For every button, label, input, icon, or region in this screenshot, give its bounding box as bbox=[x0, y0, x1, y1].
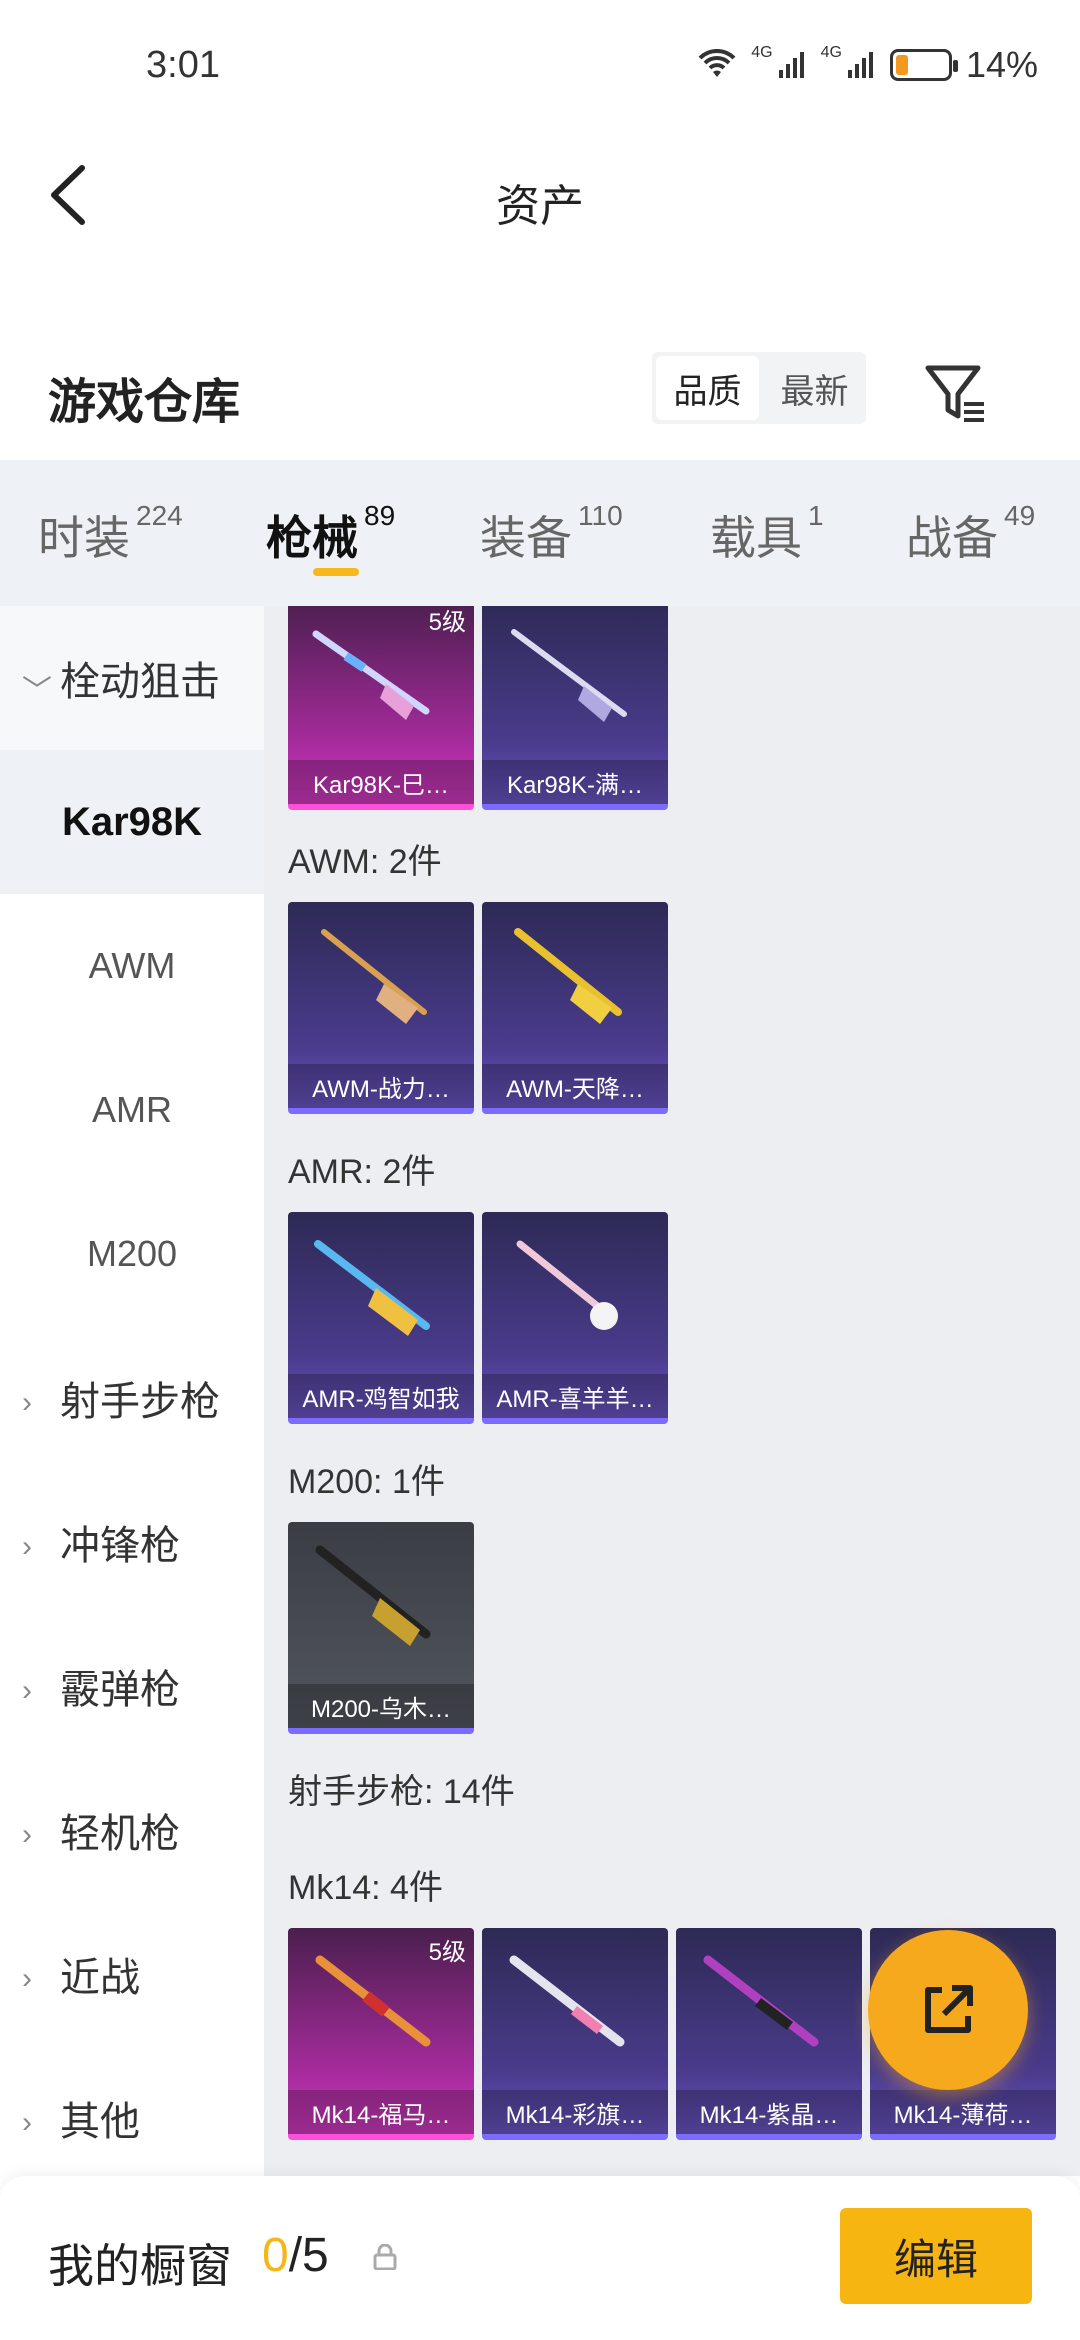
chevron-down-icon: ﹀ bbox=[22, 675, 52, 708]
rifle-icon bbox=[516, 1240, 618, 1330]
rifle-icon bbox=[315, 1545, 431, 1646]
sidebar-label: Kar98K bbox=[61, 799, 203, 844]
item-card-kar98k-1[interactable]: 5级 Kar98K-巳… bbox=[288, 606, 474, 810]
signal-icon-2 bbox=[847, 52, 873, 78]
sidebar: ﹀ 栓动狙击 Kar98K AWM AMR M200 › 射手步枪 › 冲锋枪 › 霰… bbox=[0, 606, 264, 2176]
chevron-right-icon: › bbox=[22, 1962, 32, 1995]
battery-icon bbox=[889, 49, 958, 81]
item-card-amr-1[interactable]: AMR-鸡智如我 bbox=[288, 1212, 474, 1424]
sidebar-item-kar98k[interactable]: Kar98K bbox=[0, 750, 264, 894]
chevron-right-icon: › bbox=[22, 1530, 32, 1563]
sidebar-label: 近战 bbox=[60, 1956, 140, 2000]
rifle-icon bbox=[321, 929, 427, 1024]
app-header: 资产 bbox=[0, 130, 1080, 260]
group-label-m200: M200: 1件 bbox=[288, 1463, 445, 1501]
sidebar-group-marksman[interactable]: › 射手步枪 bbox=[0, 1326, 264, 1470]
sidebar-group-melee[interactable]: › 近战 bbox=[0, 1902, 264, 2046]
item-name: AWM-天降… bbox=[482, 1064, 668, 1108]
chevron-right-icon: › bbox=[22, 1386, 32, 1419]
item-name: Mk14-福马… bbox=[288, 2090, 474, 2134]
sidebar-label: 霰弹枪 bbox=[60, 1668, 180, 1712]
item-name: Mk14-薄荷… bbox=[870, 2090, 1056, 2134]
battery-percent: 14% bbox=[965, 44, 1038, 85]
wifi-icon bbox=[698, 49, 736, 77]
sidebar-label: 射手步枪 bbox=[60, 1380, 220, 1424]
sidebar-label: 其他 bbox=[60, 2100, 140, 2144]
rifle-icon bbox=[312, 630, 430, 720]
sidebar-label: 轻机枪 bbox=[60, 1812, 180, 1856]
filter-icon[interactable] bbox=[920, 358, 990, 428]
tab-supplies[interactable]: 战备 49 bbox=[906, 500, 1035, 568]
status-time: 3:01 bbox=[146, 44, 220, 86]
tab-equipment[interactable]: 装备 110 bbox=[480, 500, 623, 568]
tab-active-indicator bbox=[313, 568, 359, 576]
section-header: 游戏仓库 品质 最新 bbox=[0, 330, 1080, 460]
group-label-mk14: Mk14: 4件 bbox=[288, 1869, 443, 1907]
status-icons: 4G 4G 14% bbox=[697, 44, 1038, 86]
status-bar: 3:01 4G 4G 14% bbox=[0, 0, 1080, 130]
tab-fashion[interactable]: 时装 224 bbox=[38, 500, 183, 568]
rifle-icon bbox=[703, 1955, 819, 2047]
sort-quality-button[interactable]: 品质 bbox=[656, 356, 759, 420]
item-card-mk14-2[interactable]: Mk14-彩旗… bbox=[482, 1928, 668, 2140]
group-label-marksman: 射手步枪: 14件 bbox=[288, 1773, 515, 1811]
item-name: AWM-战力… bbox=[288, 1064, 474, 1108]
chevron-right-icon: › bbox=[22, 1818, 32, 1851]
item-card-kar98k-2[interactable]: Kar98K-满… bbox=[482, 606, 668, 810]
item-card-mk14-1[interactable]: 5级 Mk14-福马… bbox=[288, 1928, 474, 2140]
item-card-mk14-3[interactable]: Mk14-紫晶… bbox=[676, 1928, 862, 2140]
sidebar-group-smg[interactable]: › 冲锋枪 bbox=[0, 1470, 264, 1614]
lock-icon bbox=[373, 2244, 397, 2270]
showcase-count: 0/5 bbox=[262, 2229, 329, 2282]
sidebar-label: M200 bbox=[86, 1233, 178, 1274]
share-fab-button[interactable] bbox=[868, 1930, 1028, 2090]
sidebar-group-shotgun[interactable]: › 霰弹枪 bbox=[0, 1614, 264, 1758]
network-type-1: 4G bbox=[751, 44, 773, 61]
item-name: Kar98K-巳… bbox=[288, 760, 474, 804]
group-label-amr: AMR: 2件 bbox=[288, 1153, 436, 1191]
item-name: AMR-鸡智如我 bbox=[288, 1374, 474, 1418]
sidebar-label: 栓动狙击 bbox=[60, 660, 220, 704]
sidebar-label: AMR bbox=[92, 1089, 172, 1130]
chevron-right-icon: › bbox=[22, 2106, 32, 2139]
edit-button[interactable]: 编辑 bbox=[840, 2208, 1032, 2304]
category-tabs: 时装 224 枪械 89 装备 110 载具 1 战备 49 bbox=[0, 460, 1080, 606]
signal-icon-1 bbox=[778, 52, 804, 78]
sidebar-group-other[interactable]: › 其他 bbox=[0, 2046, 264, 2190]
item-name: Mk14-紫晶… bbox=[676, 2090, 862, 2134]
showcase-label: 我的橱窗 bbox=[48, 2240, 232, 2292]
item-name: M200-乌木… bbox=[288, 1684, 474, 1728]
rifle-icon bbox=[315, 1955, 431, 2047]
sort-toggle: 品质 最新 bbox=[652, 352, 866, 424]
rifle-icon bbox=[514, 928, 622, 1024]
share-external-icon bbox=[925, 1985, 973, 2033]
rifle-icon bbox=[509, 1955, 625, 2047]
rifle-icon bbox=[314, 1240, 430, 1336]
item-card-amr-2[interactable]: AMR-喜羊羊… bbox=[482, 1212, 668, 1424]
sidebar-group-lmg[interactable]: › 轻机枪 bbox=[0, 1758, 264, 1902]
sidebar-item-amr[interactable]: AMR bbox=[0, 1038, 264, 1182]
tab-guns[interactable]: 枪械 89 bbox=[266, 500, 395, 568]
sidebar-group-bolt-action[interactable]: ﹀ 栓动狙击 bbox=[0, 606, 264, 750]
chevron-right-icon: › bbox=[22, 1674, 32, 1707]
sidebar-item-m200[interactable]: M200 bbox=[0, 1182, 264, 1326]
item-name: Mk14-彩旗… bbox=[482, 2090, 668, 2134]
section-title: 游戏仓库 bbox=[48, 376, 241, 429]
item-name: AMR-喜羊羊… bbox=[482, 1374, 668, 1418]
sidebar-item-awm[interactable]: AWM bbox=[0, 894, 264, 1038]
group-label-awm: AWM: 2件 bbox=[288, 843, 442, 881]
item-card-awm-1[interactable]: AWM-战力… bbox=[288, 902, 474, 1114]
tab-vehicles[interactable]: 载具 1 bbox=[710, 500, 824, 568]
sidebar-label: 冲锋枪 bbox=[60, 1524, 180, 1568]
item-card-awm-2[interactable]: AWM-天降… bbox=[482, 902, 668, 1114]
page-title: 资产 bbox=[496, 182, 584, 231]
network-type-2: 4G bbox=[820, 44, 842, 61]
rifle-icon bbox=[511, 629, 627, 722]
item-card-m200-1[interactable]: M200-乌木… bbox=[288, 1522, 474, 1734]
sort-newest-button[interactable]: 最新 bbox=[763, 352, 866, 424]
item-name: Kar98K-满… bbox=[482, 760, 668, 804]
bottom-bar: 我的橱窗 0/5 编辑 bbox=[0, 2176, 1080, 2340]
sidebar-label: AWM bbox=[88, 945, 176, 986]
